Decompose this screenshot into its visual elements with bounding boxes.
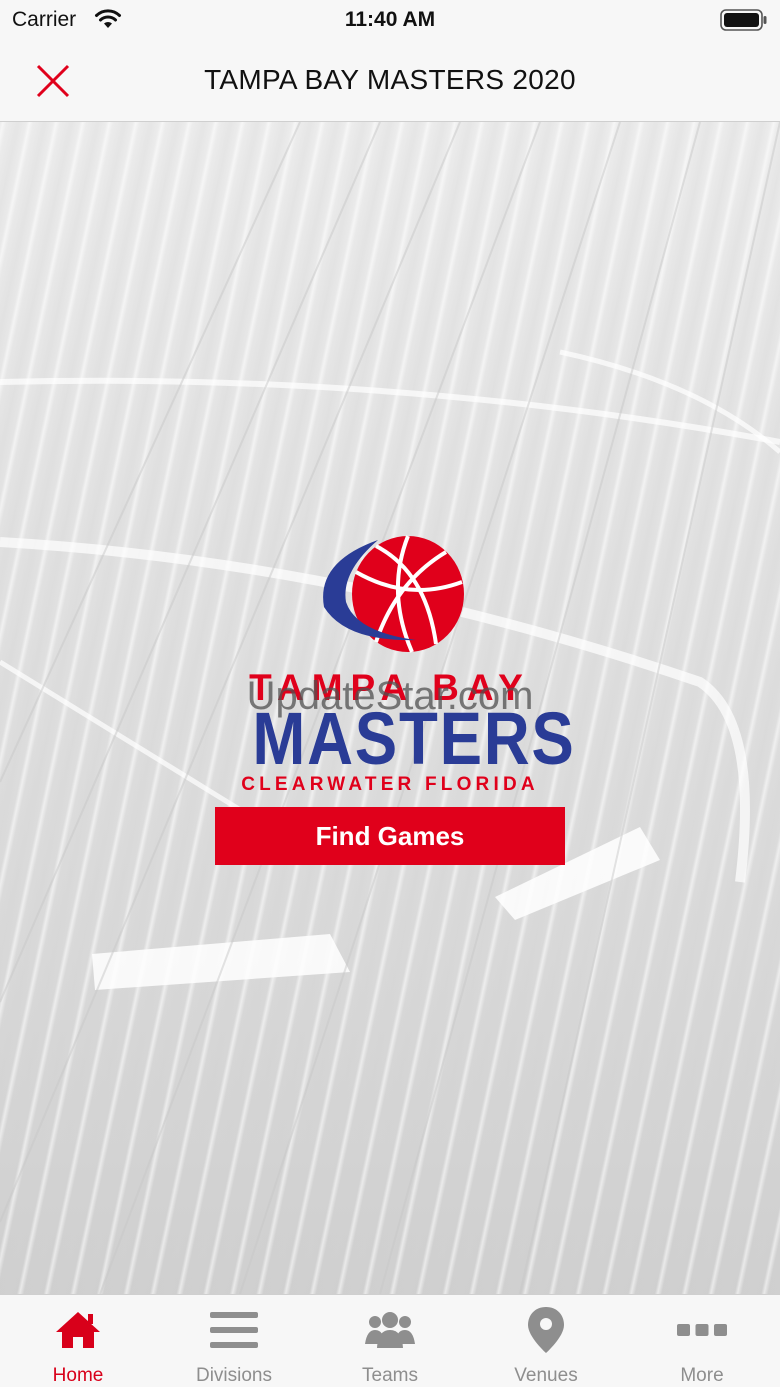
home-icon	[56, 1312, 100, 1348]
people-icon	[365, 1312, 415, 1348]
tab-label: Home	[52, 1365, 104, 1386]
tab-home[interactable]: Home	[0, 1295, 156, 1387]
tab-bar: Home Divisions Teams Venues More	[0, 1294, 780, 1387]
tab-label: Divisions	[195, 1365, 273, 1386]
logo-text-location: CLEARWATER FLORIDA	[241, 774, 539, 795]
tab-label: Venues	[514, 1365, 578, 1386]
tournament-logo: TAMPA BAY MASTERS CLEARWATER FLORIDA	[230, 532, 574, 795]
more-dots-icon	[677, 1324, 727, 1336]
tab-more[interactable]: More	[624, 1295, 780, 1387]
tab-teams[interactable]: Teams	[312, 1295, 468, 1387]
tab-label: Teams	[362, 1365, 418, 1386]
main-content: TAMPA BAY MASTERS CLEARWATER FLORIDA Upd…	[0, 122, 780, 1294]
nav-bar: TAMPA BAY MASTERS 2020	[0, 40, 780, 122]
find-games-button[interactable]: Find Games	[215, 807, 565, 865]
tab-venues[interactable]: Venues	[468, 1295, 624, 1387]
page-title: TAMPA BAY MASTERS 2020	[204, 64, 576, 95]
battery-icon	[720, 9, 767, 31]
location-pin-icon	[528, 1307, 564, 1353]
basketball-logo-icon	[323, 535, 464, 653]
status-bar: Carrier 11:40 AM	[0, 0, 780, 40]
list-icon	[210, 1312, 258, 1348]
watermark: UpdateStar.com	[246, 674, 534, 718]
tab-label: More	[680, 1365, 724, 1386]
clock: 11:40 AM	[344, 8, 436, 31]
tab-divisions[interactable]: Divisions	[156, 1295, 312, 1387]
